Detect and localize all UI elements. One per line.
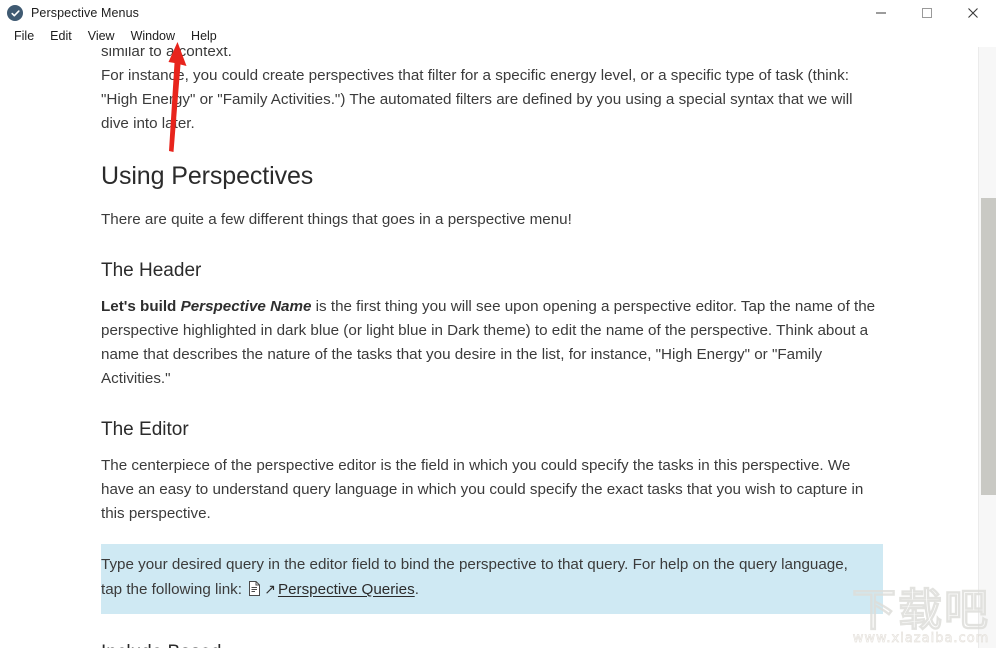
document-scroll-area[interactable]: Perspectives are the most powerful way t… [0,0,978,648]
heading-the-editor: The Editor [101,419,189,440]
bold-lets-build: Let's build [101,298,177,315]
menu-bar: File Edit View Window Help [0,26,996,47]
menu-item-edit[interactable]: Edit [42,27,80,46]
paragraph-the-editor: The centerpiece of the perspective edito… [101,457,864,522]
bolditalic-perspective-name: Perspective Name [180,298,312,315]
title-bar: Perspective Menus [0,0,996,26]
maximize-button[interactable] [904,0,950,26]
window-controls [858,0,996,26]
document-page-icon [248,580,261,604]
close-button[interactable] [950,0,996,26]
callout-query-tip: Type your desired query in the editor fi… [101,544,883,614]
heading-the-header: The Header [101,260,202,281]
menu-item-file[interactable]: File [6,27,42,46]
callout-text: Type your desired query in the editor fi… [101,553,871,604]
paragraph-section-intro: There are quite a few different things t… [101,211,572,228]
callout-text-before-link: Type your desired query in the editor fi… [101,556,848,598]
callout-text-after-link: . [414,581,419,598]
document-content: Perspectives are the most powerful way t… [0,0,978,648]
paragraph-the-header: Let's build Perspective Name is the firs… [101,295,883,391]
vertical-scrollbar[interactable] [978,47,996,648]
minimize-button[interactable] [858,0,904,26]
paragraph-instance: For instance, you could create perspecti… [101,67,853,132]
menu-item-window[interactable]: Window [123,27,183,46]
link-perspective-queries[interactable]: Perspective Queries [278,581,415,598]
check-circle-icon [7,5,23,21]
heading-include-based-clipped: Include Based [101,640,883,648]
menu-item-view[interactable]: View [80,27,123,46]
scrollbar-thumb[interactable] [981,198,996,495]
heading-using-perspectives: Using Perspectives [101,162,314,190]
arrow-up-right-icon: ↗ [264,581,276,597]
window-title: Perspective Menus [31,6,139,20]
menu-item-help[interactable]: Help [183,27,225,46]
